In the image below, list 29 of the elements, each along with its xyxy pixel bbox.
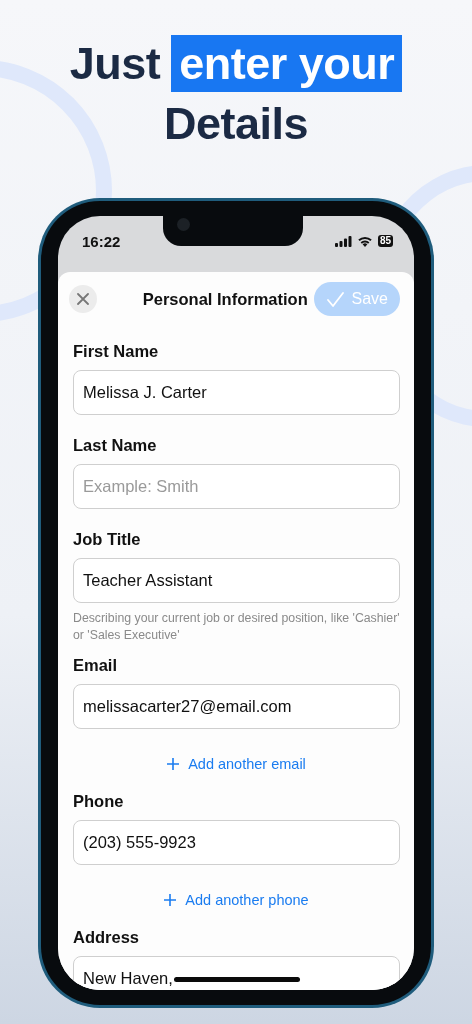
- plus-icon: [167, 758, 180, 770]
- wifi-icon: [356, 235, 373, 247]
- add-link[interactable]: Add another phone: [164, 890, 309, 910]
- highlighted-headline-text: enter your: [171, 35, 403, 92]
- field-label: Email: [73, 655, 119, 676]
- headline-text: Details: [163, 98, 309, 150]
- camera-icon: [177, 218, 190, 231]
- input-field[interactable]: melissacarter27@email.com: [73, 684, 400, 729]
- field-label: Job Title: [73, 529, 142, 550]
- hint-text: Describing your current job or desired position, like 'Cashier' or 'Sales Executive': [73, 610, 400, 644]
- status-time: 16:22: [82, 232, 121, 250]
- signal-icon: [334, 235, 352, 247]
- field-label: Phone: [73, 791, 125, 812]
- field-label: Address: [73, 927, 141, 948]
- input-field[interactable]: (203) 555-9923: [73, 820, 400, 865]
- input-field[interactable]: New Haven,: [73, 956, 400, 990]
- checkmark-icon: [326, 291, 344, 307]
- battery-level: 85: [377, 235, 393, 247]
- plus-icon: [164, 894, 177, 906]
- sheet-title: Personal Information: [142, 289, 308, 309]
- headline-text: Just: [69, 37, 161, 90]
- add-link[interactable]: Add another email: [167, 754, 306, 774]
- input-field[interactable]: Example: Smith: [73, 464, 400, 509]
- field-label: First Name: [73, 341, 160, 362]
- close-icon: [77, 293, 89, 305]
- field-label: Last Name: [73, 435, 158, 456]
- close-button[interactable]: [69, 285, 97, 313]
- input-field[interactable]: Melissa J. Carter: [73, 370, 400, 415]
- input-field[interactable]: Teacher Assistant: [73, 558, 400, 603]
